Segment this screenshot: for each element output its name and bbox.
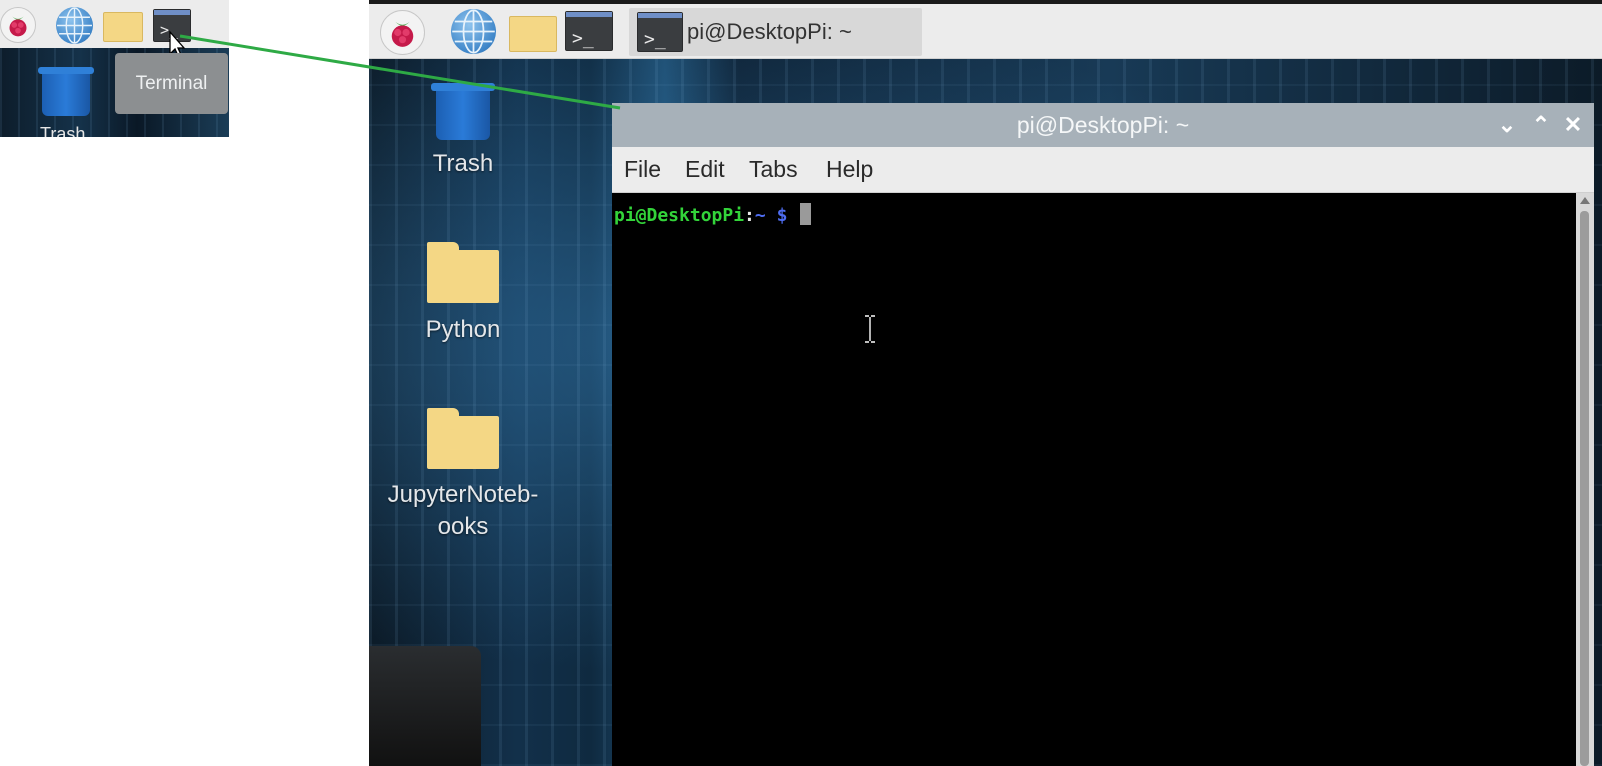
terminal-tooltip: Terminal [115,53,228,114]
terminal-icon[interactable]: >_ [565,11,613,51]
window-titlebar[interactable]: pi@DesktopPi: ~ ⌄ ⌃ ✕ [612,103,1594,147]
task-button-label: pi@DesktopPi: ~ [687,19,852,44]
web-browser-icon[interactable] [56,7,93,44]
inset-trash-can [42,74,90,116]
menu-tabs[interactable]: Tabs [749,147,798,192]
folder-icon [427,408,499,469]
inset-trash-label: Trash [40,124,86,137]
text-cursor [800,203,812,225]
zoomed-inset: >_ Terminal Trash [0,0,229,137]
scroll-up-arrow-icon[interactable] [1580,197,1590,204]
window-title: pi@DesktopPi: ~ [1016,112,1190,138]
raspberry-menu-icon[interactable] [0,7,36,43]
menu-help[interactable]: Help [826,147,873,192]
prompt-path: ~ [754,205,766,226]
prompt-symbol: $ [765,205,799,226]
maximize-button[interactable]: ⌃ [1526,103,1556,147]
terminal-window[interactable]: pi@DesktopPi: ~ ⌄ ⌃ ✕ File Edit Tabs Hel… [612,103,1594,766]
wallpaper-object [369,646,481,766]
shell-prompt: pi@DesktopPi:~ $ [614,203,812,226]
scrollbar[interactable] [1576,193,1594,766]
terminal-icon: >_ [637,12,683,52]
jupyter-label-line2: ooks [437,513,489,540]
trash-label: Trash [432,150,494,177]
ibeam-cursor-icon [865,315,875,343]
close-button[interactable]: ✕ [1558,103,1588,147]
prompt-user-host: pi@DesktopPi [614,205,745,226]
prompt-colon: : [744,205,755,226]
python-label: Python [425,316,501,343]
minimize-button[interactable]: ⌄ [1492,103,1522,147]
web-browser-icon[interactable] [451,9,496,54]
jupyter-label-line1: JupyterNoteb- [387,481,539,508]
menu-bar: File Edit Tabs Help [612,147,1594,193]
menu-file[interactable]: File [624,147,661,192]
trash-icon [431,83,495,91]
trash-can-body [436,91,490,140]
inset-trash-icon[interactable] [38,67,94,74]
file-manager-icon[interactable] [509,16,557,52]
file-manager-icon[interactable] [103,12,143,42]
scrollbar-thumb[interactable] [1580,211,1589,766]
terminal-content[interactable]: pi@DesktopPi:~ $ [612,193,1576,766]
terminal-task-button[interactable]: >_ pi@DesktopPi: ~ [629,8,922,56]
raspberry-menu-icon[interactable] [380,10,425,55]
menu-edit[interactable]: Edit [685,147,725,192]
folder-icon [427,242,499,303]
taskbar-panel: >_ >_ pi@DesktopPi: ~ [369,4,1602,59]
